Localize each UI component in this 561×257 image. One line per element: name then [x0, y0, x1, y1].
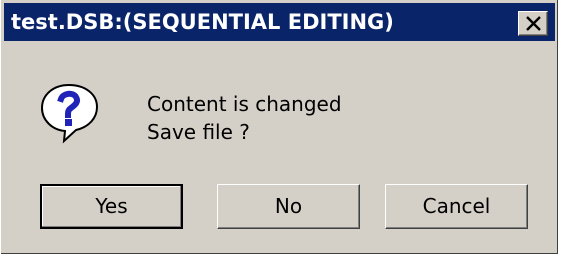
no-button[interactable]: No: [217, 184, 360, 229]
title-bar: test.DSB:(SEQUENTIAL EDITING): [4, 3, 555, 41]
cancel-button[interactable]: Cancel: [385, 184, 528, 229]
save-dialog: test.DSB:(SEQUENTIAL EDITING) Content is…: [1, 0, 558, 254]
close-button[interactable]: [518, 11, 548, 36]
yes-button[interactable]: Yes: [40, 184, 183, 229]
question-icon: [39, 82, 101, 149]
message-line-2: Save file ?: [147, 120, 250, 144]
window-title: test.DSB:(SEQUENTIAL EDITING): [11, 10, 394, 34]
message-line-1: Content is changed: [147, 92, 342, 116]
close-x-icon: [526, 16, 541, 31]
